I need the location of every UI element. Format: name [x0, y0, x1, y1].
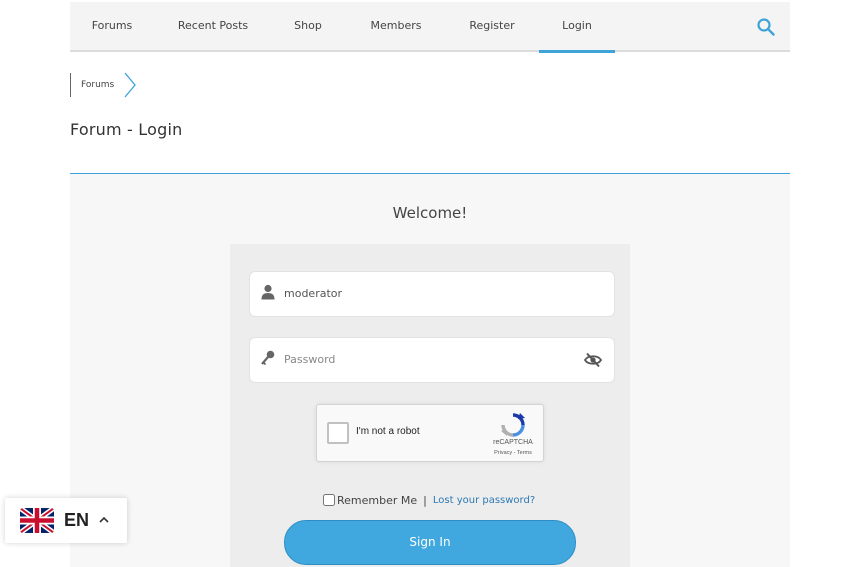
- nav-item-shop[interactable]: Shop: [280, 2, 336, 52]
- recaptcha-brand: reCAPTCHA: [493, 439, 533, 446]
- username-field: [249, 271, 615, 317]
- page: Forums Recent Posts Shop Members Registe…: [0, 0, 851, 567]
- recaptcha-widget: I'm not a robot reCAPTCHA Privacy - Term…: [316, 404, 544, 462]
- remember-me-label[interactable]: Remember Me: [337, 494, 417, 507]
- sign-in-button[interactable]: Sign In: [284, 520, 576, 565]
- username-input[interactable]: [284, 272, 574, 316]
- nav-item-recent-posts[interactable]: Recent Posts: [170, 2, 256, 52]
- chevron-up-icon: [99, 516, 109, 523]
- key-icon: [261, 350, 275, 366]
- uk-flag-icon: [20, 508, 54, 533]
- eye-slash-icon[interactable]: [584, 351, 602, 369]
- lost-password-link[interactable]: Lost your password?: [433, 495, 535, 506]
- password-field: [249, 337, 615, 383]
- breadcrumb-item-forums[interactable]: Forums: [70, 73, 128, 97]
- main-nav: Forums Recent Posts Shop Members Registe…: [70, 2, 790, 53]
- chevron-right-icon: [124, 72, 136, 98]
- remember-row: Remember Me | Lost your password?: [323, 491, 535, 509]
- recaptcha-label: I'm not a robot: [356, 426, 420, 437]
- user-icon: [261, 284, 275, 300]
- nav-item-members[interactable]: Members: [360, 2, 432, 52]
- language-code: EN: [64, 510, 90, 530]
- recaptcha-terms[interactable]: Privacy - Terms: [483, 450, 543, 456]
- recaptcha-logo-icon: [501, 413, 525, 437]
- language-switcher[interactable]: EN: [5, 498, 127, 543]
- separator: |: [423, 493, 427, 507]
- nav-item-forums[interactable]: Forums: [70, 2, 154, 52]
- login-section: Welcome! moderator I'm not a robot reCAP…: [70, 174, 790, 567]
- nav-item-register[interactable]: Register: [458, 2, 526, 52]
- password-input[interactable]: [284, 338, 574, 382]
- welcome-heading: Welcome!: [392, 204, 468, 222]
- login-form: I'm not a robot reCAPTCHA Privacy - Term…: [230, 244, 630, 567]
- search-icon[interactable]: [756, 17, 776, 37]
- nav-item-login[interactable]: Login: [539, 2, 615, 53]
- breadcrumb: Forums: [70, 72, 136, 98]
- remember-me-checkbox[interactable]: [323, 494, 335, 506]
- page-title: Forum - Login: [70, 120, 183, 139]
- recaptcha-checkbox[interactable]: [327, 422, 349, 444]
